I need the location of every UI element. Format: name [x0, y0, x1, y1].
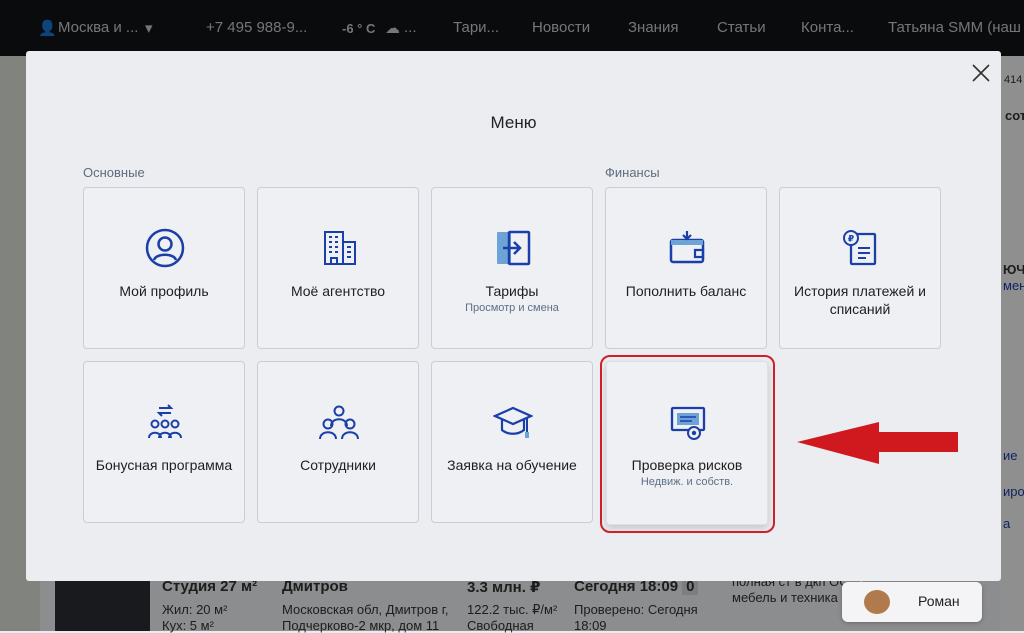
user-circle-icon [145, 228, 185, 268]
menu-card-label: Пополнить баланс [625, 283, 747, 299]
menu-modal: Меню Основные Финансы Мой профиль Моё аг… [26, 51, 1001, 581]
chat-contact-name: Роман [918, 593, 960, 609]
menu-card-sublabel: Просмотр и смена [465, 302, 559, 314]
team-icon [319, 405, 359, 440]
avatar [864, 590, 890, 614]
menu-card-label: История платежей и списаний [794, 283, 926, 317]
switch-tariff-icon [497, 230, 531, 266]
modal-title: Меню [490, 113, 537, 132]
menu-card-label: Моё агентство [290, 283, 386, 299]
svg-text:₽: ₽ [848, 235, 854, 245]
menu-card-label: Мой профиль [119, 283, 209, 299]
section-label-main: Основные [83, 165, 145, 180]
menu-card-label: Сотрудники [300, 457, 376, 473]
menu-card-staff[interactable]: Сотрудники [257, 361, 419, 523]
menu-card-agency[interactable]: Моё агентство [257, 187, 419, 349]
menu-card-bonus[interactable]: Бонусная программа [83, 361, 245, 523]
payment-history-icon: ₽ [843, 230, 877, 266]
menu-card-training[interactable]: Заявка на обучение [431, 361, 593, 523]
close-icon[interactable] [969, 61, 993, 85]
building-icon [324, 231, 356, 265]
menu-card-history[interactable]: ₽ История платежей и списаний [779, 187, 941, 349]
menu-card-label: Бонусная программа [95, 457, 233, 473]
red-arrow-annotation [797, 422, 958, 464]
menu-card-label: Заявка на обучение [447, 457, 577, 473]
chat-widget[interactable]: Роман [842, 582, 982, 622]
highlight-frame [600, 355, 775, 533]
menu-card-topup[interactable]: Пополнить баланс [605, 187, 767, 349]
menu-card-profile[interactable]: Мой профиль [83, 187, 245, 349]
wallet-icon [669, 231, 705, 264]
graduation-cap-icon [493, 406, 533, 438]
menu-card-label: Тарифы [485, 283, 539, 299]
menu-card-tariffs[interactable]: Тарифы Просмотр и смена [431, 187, 593, 349]
bonus-people-icon [148, 404, 182, 439]
section-label-finance: Финансы [605, 165, 660, 180]
